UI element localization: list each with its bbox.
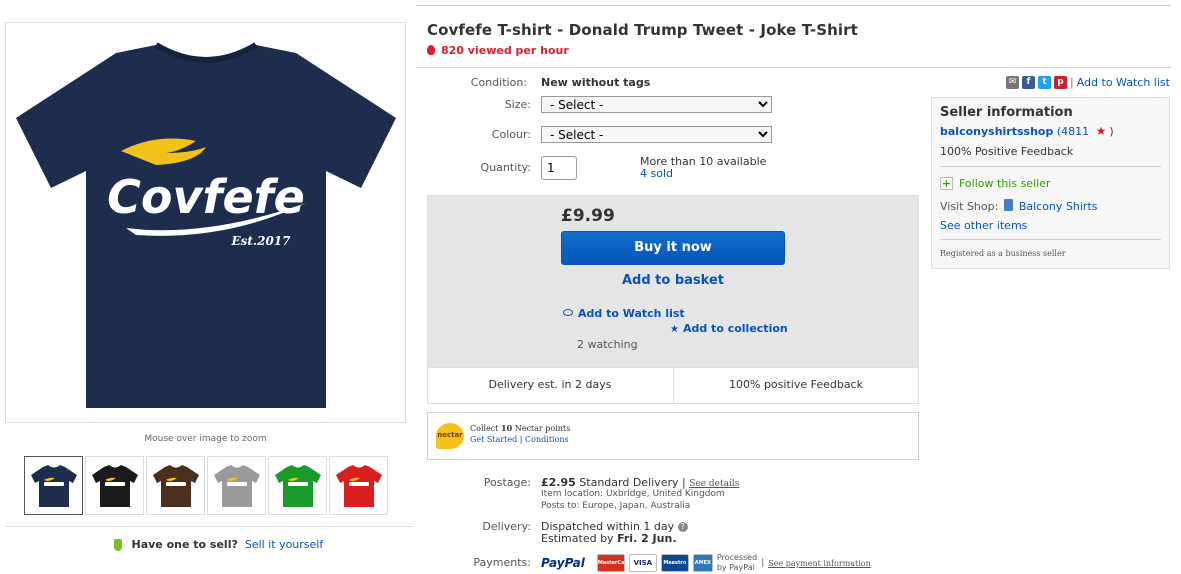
plus-icon: + xyxy=(940,177,953,190)
buy-it-now-button[interactable]: Buy it now xyxy=(561,231,785,265)
visa-icon: VISA xyxy=(628,554,657,572)
tshirt-thumb-icon xyxy=(152,464,199,507)
quantity-label: Quantity: xyxy=(480,161,531,174)
star-rating-icon: ★ xyxy=(1095,124,1107,138)
maestro-icon: Maestro xyxy=(660,554,689,572)
see-payment-info-link[interactable]: See payment information xyxy=(768,559,871,568)
thumbnail-5[interactable] xyxy=(268,456,327,515)
thumbnail-strip xyxy=(24,456,390,516)
postage-row: £2.95 Standard Delivery | See details xyxy=(541,476,740,489)
positive-feedback: 100% positive Feedback xyxy=(729,378,863,391)
condition-label: Condition: xyxy=(470,76,527,89)
paypal-logo: PayPal xyxy=(541,556,585,570)
tshirt-thumb-icon xyxy=(213,464,260,507)
sell-prompt: Have one to sell? xyxy=(131,538,238,551)
tshirt-image: Covfefe Est.2017 xyxy=(16,42,396,408)
visit-shop-row: Visit Shop: Balcony Shirts xyxy=(940,199,1098,213)
processed-by-paypal: Processed by PayPal xyxy=(716,553,758,572)
pinterest-icon[interactable]: p xyxy=(1054,75,1067,89)
help-icon[interactable]: ? xyxy=(677,522,688,532)
twitter-icon[interactable]: t xyxy=(1038,75,1051,89)
facebook-icon[interactable]: f xyxy=(1022,75,1035,89)
watchlist-link-top[interactable]: Add to Watch list xyxy=(1077,76,1170,89)
svg-text:Est.2017: Est.2017 xyxy=(230,234,291,248)
size-label: Size: xyxy=(504,98,531,111)
seller-name-link[interactable]: balconyshirtsshop xyxy=(940,125,1053,138)
divider xyxy=(5,526,413,527)
follow-seller-link[interactable]: + Follow this seller xyxy=(940,177,1050,190)
zoom-hint: Mouse over image to zoom xyxy=(144,434,267,444)
price: £9.99 xyxy=(561,206,615,226)
amex-icon: AMEX xyxy=(692,554,713,572)
sell-row: Have one to sell? Sell it yourself xyxy=(114,538,323,551)
seller-heading: Seller information xyxy=(940,105,1073,120)
thumbnail-6[interactable] xyxy=(329,456,388,515)
shop-link[interactable]: Balcony Shirts xyxy=(1019,200,1098,213)
colour-label: Colour: xyxy=(491,128,531,141)
thumbnail-1[interactable] xyxy=(24,456,83,515)
tshirt-thumb-icon xyxy=(335,464,382,507)
top-divider xyxy=(416,5,1171,6)
seller-name-row: balconyshirtsshop (4811 ★) xyxy=(940,124,1114,138)
add-to-watchlist-link[interactable]: Add to Watch list xyxy=(563,307,685,320)
store-icon xyxy=(1003,199,1013,211)
seller-score-link[interactable]: (4811 xyxy=(1057,125,1089,138)
nectar-logo: nectar xyxy=(436,423,464,449)
sold-link[interactable]: 4 sold xyxy=(640,167,673,180)
size-select[interactable]: - Select - xyxy=(541,96,772,113)
add-to-basket-button[interactable]: Add to basket xyxy=(561,273,785,288)
seller-feedback: 100% Positive Feedback xyxy=(940,145,1074,158)
shirt-logo-text: Covfefe xyxy=(107,170,305,224)
thumbnail-4[interactable] xyxy=(207,456,266,515)
registered-business: Registered as a business seller xyxy=(940,249,1066,258)
nectar-get-started-link[interactable]: Get Started xyxy=(470,435,517,444)
colour-select[interactable]: - Select - xyxy=(541,126,772,143)
posts-to: Posts to: Europe, Japan, Australia xyxy=(541,501,691,511)
thumbnail-3[interactable] xyxy=(146,456,205,515)
share-row: ✉ f t p | Add to Watch list xyxy=(1006,75,1170,89)
delivery-label: Delivery: xyxy=(482,520,531,533)
divider xyxy=(940,239,1161,240)
payments-label: Payments: xyxy=(473,556,531,569)
views-badge: 820 viewed per hour xyxy=(427,44,569,57)
item-location: Item location: Uxbridge, United Kingdom xyxy=(541,489,725,499)
nectar-conditions-link[interactable]: Conditions xyxy=(525,435,569,444)
divider xyxy=(940,166,1161,167)
nectar-text: Collect 10 Nectar points Get Started | C… xyxy=(470,423,571,444)
tshirt-thumb-icon xyxy=(30,464,77,507)
main-product-image[interactable]: Covfefe Est.2017 xyxy=(5,22,406,423)
tshirt-thumb-icon xyxy=(91,464,138,507)
quantity-input[interactable] xyxy=(541,156,577,180)
tshirt-thumb-icon xyxy=(274,464,321,507)
see-other-items-link[interactable]: See other items xyxy=(940,219,1027,232)
flame-icon xyxy=(427,45,435,55)
star-icon: ★ xyxy=(670,324,679,335)
condition-value: New without tags xyxy=(541,76,651,89)
mastercard-icon: MasterCard xyxy=(596,554,631,572)
add-to-collection-link[interactable]: ★ Add to collection xyxy=(670,322,788,335)
tag-icon xyxy=(114,539,122,551)
page-title: Covfefe T-shirt - Donald Trump Tweet - J… xyxy=(427,21,858,39)
watching-count: 2 watching xyxy=(577,338,638,351)
thumbnail-2[interactable] xyxy=(85,456,144,515)
sell-it-yourself-link[interactable]: Sell it yourself xyxy=(245,538,323,551)
divider xyxy=(416,67,1171,68)
estimated-delivery: Estimated by Fri. 2 Jun. xyxy=(541,532,677,545)
postage-label: Postage: xyxy=(483,476,531,489)
eye-icon xyxy=(563,309,573,316)
see-details-link[interactable]: See details xyxy=(689,479,739,489)
email-icon[interactable]: ✉ xyxy=(1006,75,1019,89)
delivery-estimate: Delivery est. in 2 days xyxy=(488,378,612,391)
payment-methods: PayPal MasterCard VISA Maestro AMEX Proc… xyxy=(541,553,871,572)
